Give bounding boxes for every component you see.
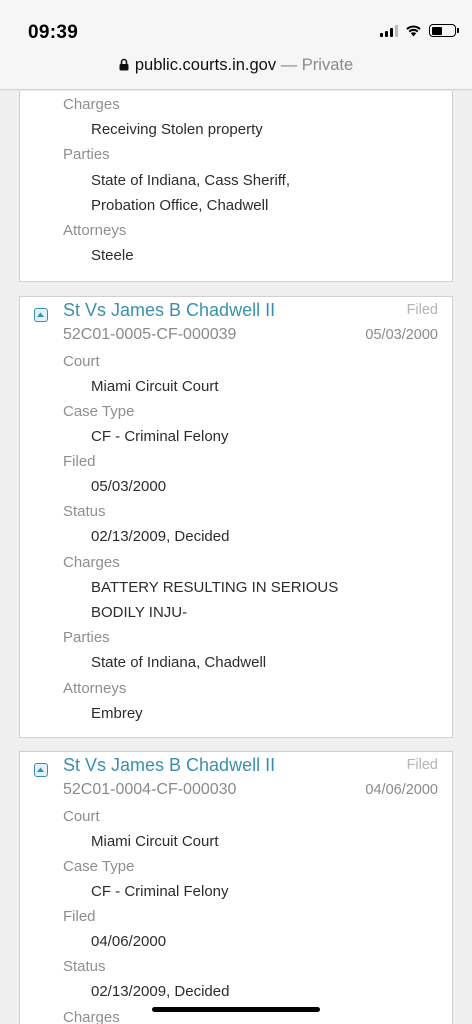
- field-value-status: 02/13/2009, Decided: [91, 983, 230, 1000]
- status-time: 09:39: [28, 22, 79, 43]
- case-card: Charges Receiving Stolen property Partie…: [19, 91, 453, 282]
- field-label-charges: Charges: [63, 554, 120, 571]
- case-title-link[interactable]: St Vs James B Chadwell II: [63, 755, 275, 776]
- field-label-attorneys: Attorneys: [63, 222, 127, 239]
- collapse-toggle-icon[interactable]: [34, 763, 48, 777]
- field-value-filed: 04/06/2000: [91, 933, 167, 950]
- field-label-case-type: Case Type: [63, 403, 135, 420]
- filed-date: 04/06/2000: [365, 782, 438, 798]
- case-number: 52C01-0005-CF-000039: [63, 326, 237, 343]
- battery-icon: [429, 24, 459, 37]
- field-value-court: Miami Circuit Court: [91, 833, 219, 850]
- private-mode-label: Private: [301, 56, 354, 74]
- field-label-court: Court: [63, 353, 100, 370]
- case-list[interactable]: Charges Receiving Stolen property Partie…: [0, 91, 472, 1024]
- cellular-signal-icon: [380, 24, 398, 37]
- address-bar[interactable]: public.courts.in.gov — Private: [0, 56, 472, 75]
- field-label-status: Status: [63, 958, 106, 975]
- home-indicator[interactable]: [152, 1007, 320, 1012]
- field-label-filed: Filed: [63, 908, 96, 925]
- field-label-parties: Parties: [63, 629, 110, 646]
- browser-chrome: 09:39 public.courts.in.gov — Private: [0, 0, 472, 90]
- field-value-status: 02/13/2009, Decided: [91, 528, 230, 545]
- field-value-charges-line2: BODILY INJU-: [91, 604, 188, 621]
- field-label-status: Status: [63, 503, 106, 520]
- field-value-attorneys: Embrey: [91, 705, 143, 722]
- field-label-parties: Parties: [63, 146, 110, 163]
- case-title-link[interactable]: St Vs James B Chadwell II: [63, 300, 275, 321]
- field-value-parties: State of Indiana, Cass Sheriff,: [91, 172, 291, 189]
- status-icons: [380, 24, 459, 37]
- case-number: 52C01-0004-CF-000030: [63, 781, 237, 798]
- case-card: St Vs James B Chadwell II Filed 52C01-00…: [19, 751, 453, 1024]
- field-value-parties: State of Indiana, Chadwell: [91, 654, 267, 671]
- field-value-attorneys: Steele: [91, 247, 134, 264]
- field-value-court: Miami Circuit Court: [91, 378, 219, 395]
- field-value-parties-line2: Probation Office, Chadwell: [91, 197, 269, 214]
- field-label-filed: Filed: [63, 453, 96, 470]
- field-label-attorneys: Attorneys: [63, 680, 127, 697]
- field-label-court: Court: [63, 808, 100, 825]
- case-card: St Vs James B Chadwell II Filed 52C01-00…: [19, 296, 453, 738]
- field-label-case-type: Case Type: [63, 858, 135, 875]
- filed-date: 05/03/2000: [365, 327, 438, 343]
- field-value-case-type: CF - Criminal Felony: [91, 883, 229, 900]
- field-value-filed: 05/03/2000: [91, 478, 167, 495]
- lock-icon: [119, 58, 129, 71]
- url-domain: public.courts.in.gov: [134, 56, 277, 74]
- field-value-case-type: CF - Criminal Felony: [91, 428, 229, 445]
- field-value-charges: Receiving Stolen property: [91, 121, 263, 138]
- field-value-charges: BATTERY RESULTING IN SERIOUS: [91, 579, 339, 596]
- collapse-toggle-icon[interactable]: [34, 308, 48, 322]
- field-label-charges: Charges: [63, 1009, 120, 1024]
- field-label-charges: Charges: [63, 96, 120, 113]
- filed-label: Filed: [406, 302, 438, 318]
- filed-label: Filed: [406, 757, 438, 773]
- url-separator: —: [276, 56, 302, 74]
- wifi-icon: [406, 25, 421, 37]
